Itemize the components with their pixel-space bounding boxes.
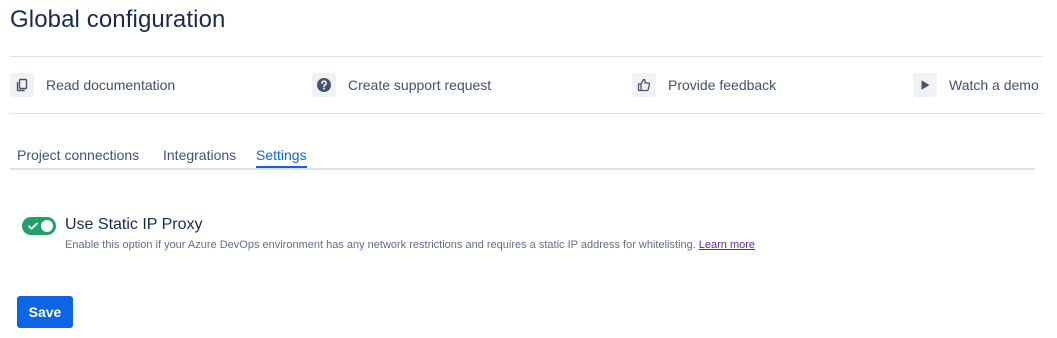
setting-description-text: Enable this option if your Azure DevOps … [65,239,696,251]
top-divider [10,56,1043,57]
tab-integrations[interactable]: Integrations [163,146,236,168]
resource-links: Read documentation Create support reques… [10,72,1043,98]
page-title: Global configuration [10,6,226,33]
check-icon [28,222,38,230]
global-configuration-page: Global configuration Read documentation … [0,0,1057,338]
read-documentation-label: Read documentation [46,77,176,93]
read-documentation-link[interactable]: Read documentation [10,72,175,98]
save-button[interactable]: Save [17,296,73,328]
create-support-request-label: Create support request [348,77,492,93]
watch-a-demo-label: Watch a demo [949,77,1039,93]
setting-description: Enable this option if your Azure DevOps … [65,238,755,252]
provide-feedback-link[interactable]: Provide feedback [632,72,776,98]
static-ip-proxy-toggle[interactable] [22,217,56,235]
setting-title: Use Static IP Proxy [65,216,203,233]
document-copy-icon [10,73,34,97]
tab-settings[interactable]: Settings [256,146,307,168]
tab-project-connections[interactable]: Project connections [17,146,139,168]
bottom-divider [10,113,1043,114]
tab-list: Project connections Integrations Setting… [10,140,1035,170]
toggle-knob [41,220,53,232]
learn-more-link[interactable]: Learn more [699,239,755,251]
play-icon [913,73,937,97]
create-support-request-link[interactable]: Create support request [312,72,491,98]
thumbs-up-icon [632,73,656,97]
question-circle-icon [312,73,336,97]
watch-a-demo-link[interactable]: Watch a demo [913,72,1039,98]
provide-feedback-label: Provide feedback [668,77,777,93]
